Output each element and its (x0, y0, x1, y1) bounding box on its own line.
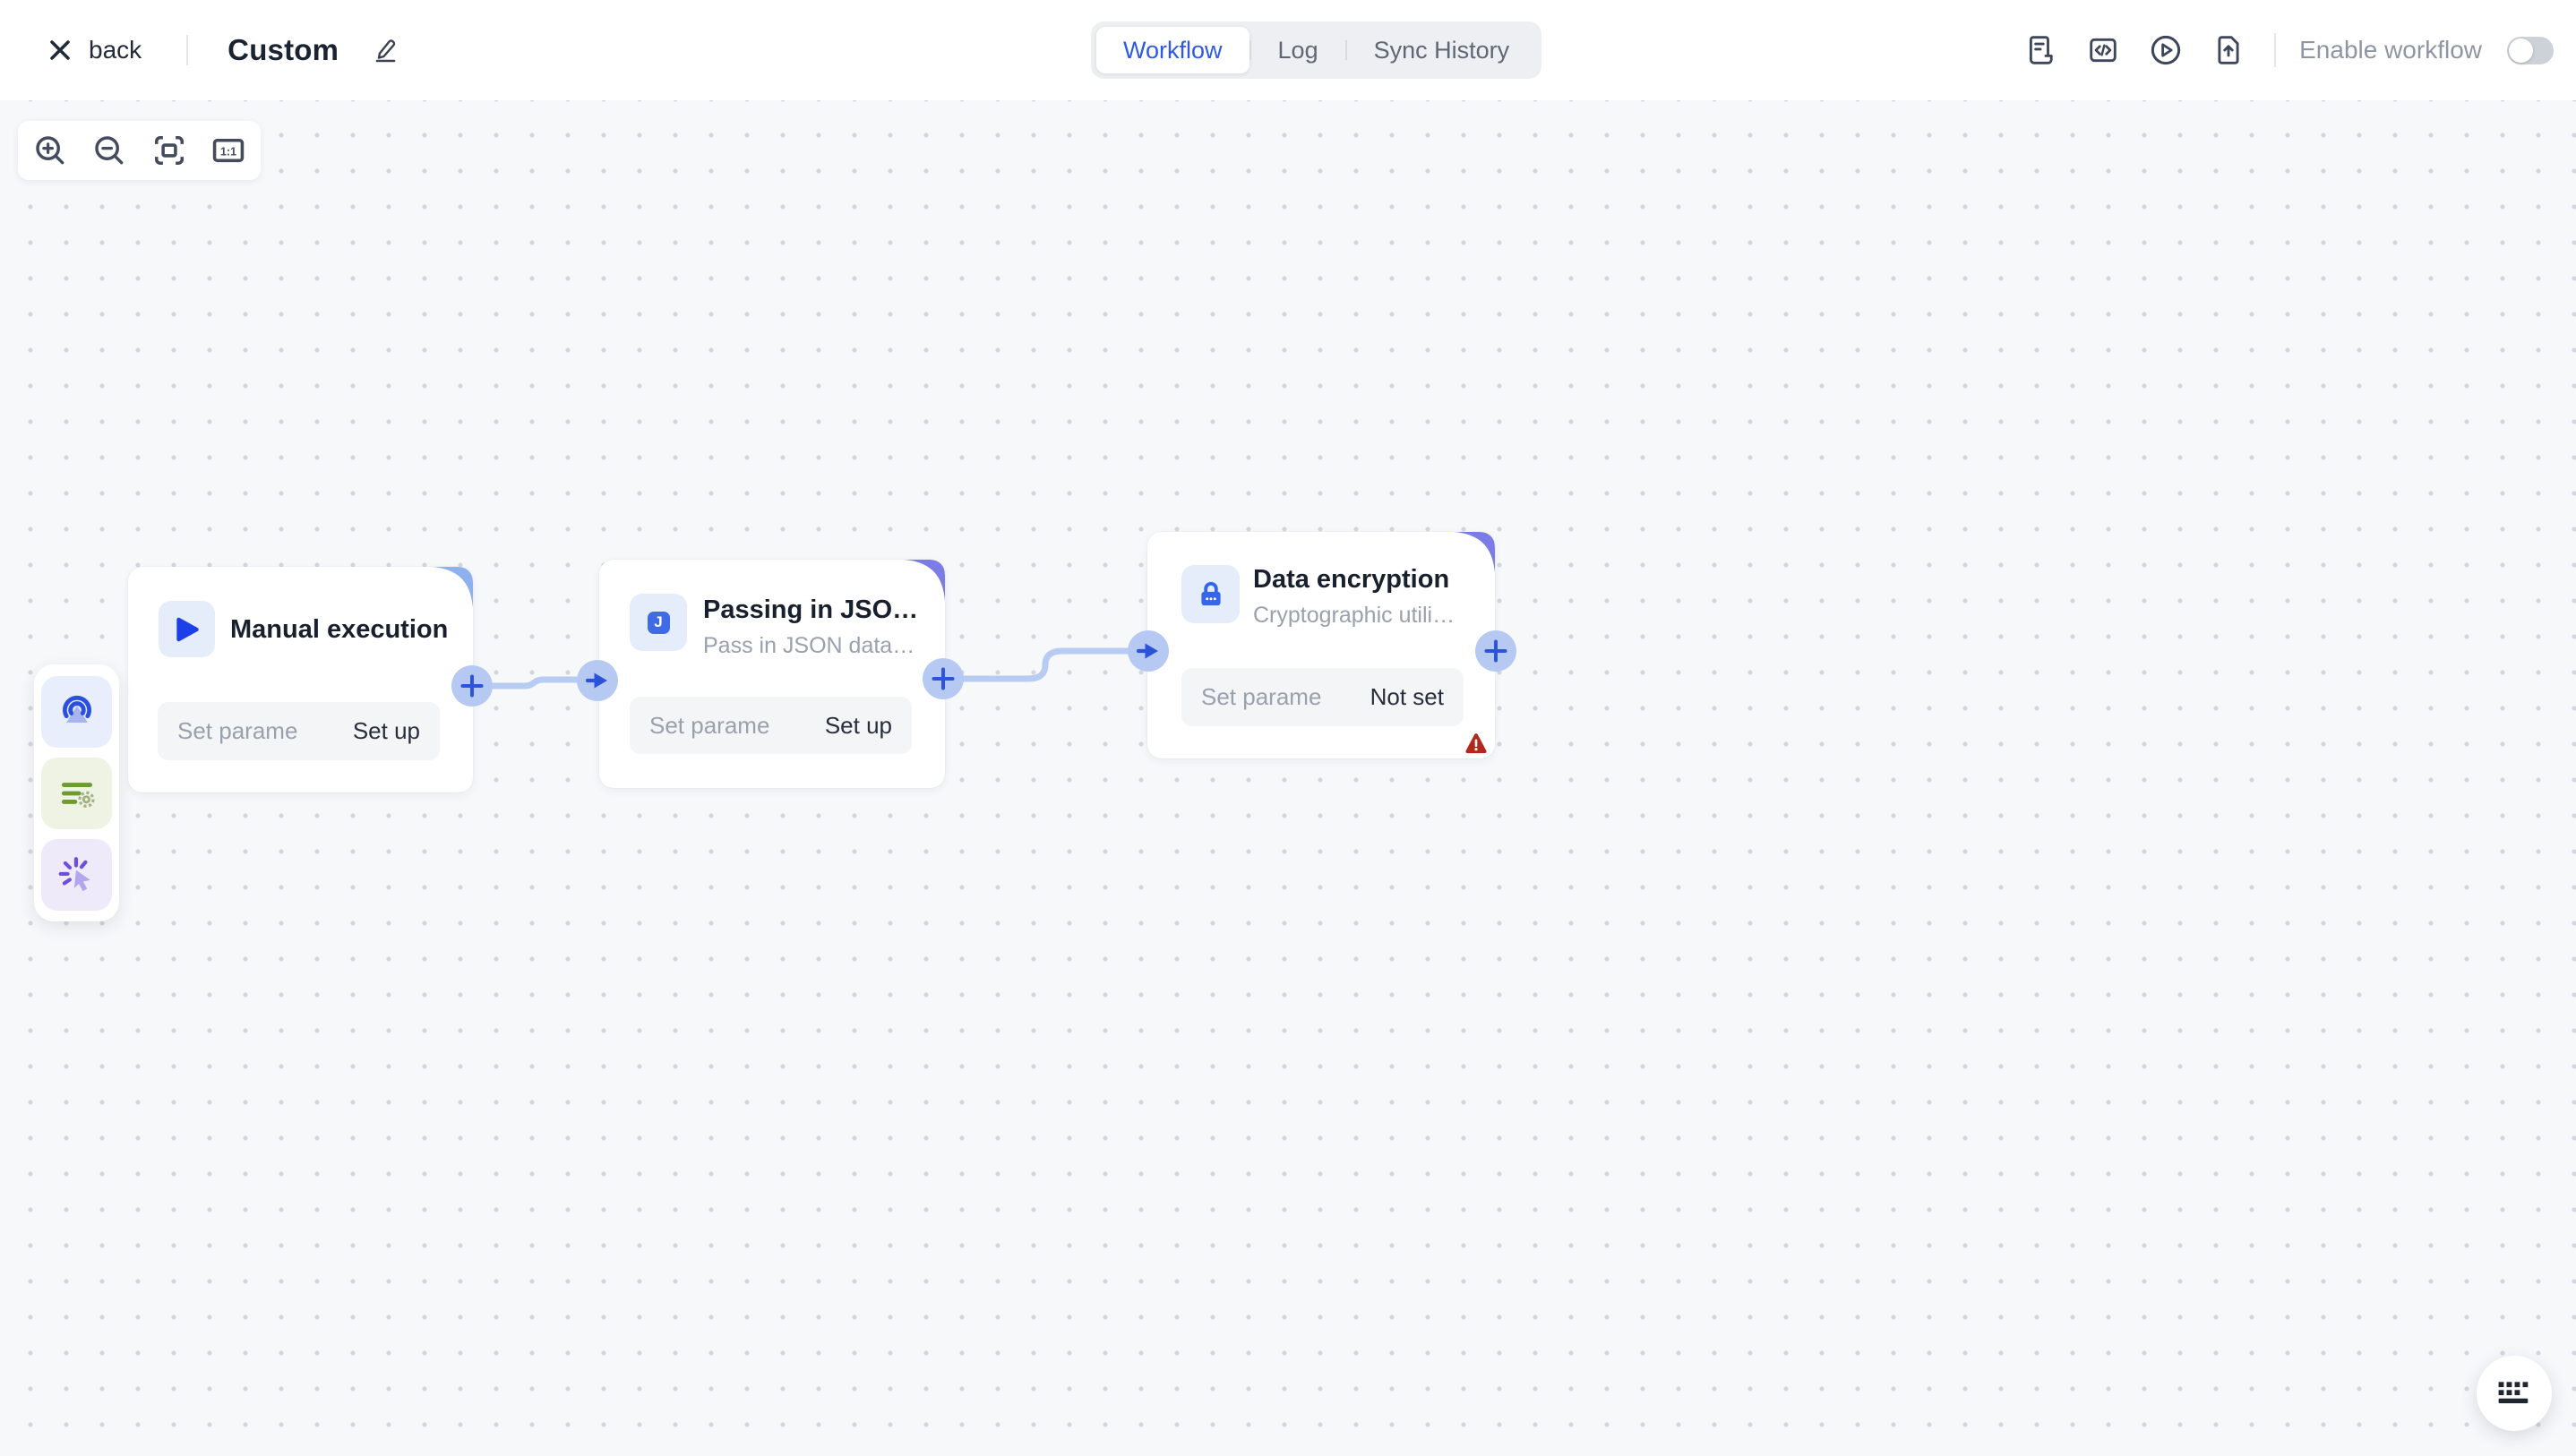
param-value: Set up (353, 717, 420, 745)
arrow-right-icon (584, 667, 611, 694)
play-icon (172, 614, 202, 645)
param-label: Set parame (649, 712, 769, 740)
node-param-bar[interactable]: Set parame Set up (630, 697, 912, 754)
click-run-button[interactable] (41, 839, 112, 911)
tab-sync-history[interactable]: Sync History (1347, 27, 1537, 73)
close-icon (47, 37, 73, 64)
keyboard-icon (2497, 1381, 2531, 1406)
zoom-out-icon (92, 133, 126, 167)
node-icon-box: J (630, 594, 687, 651)
enable-workflow-toggle[interactable] (2507, 37, 2554, 64)
actual-size-button[interactable]: 1:1 (210, 133, 246, 168)
add-node-port[interactable] (1475, 630, 1516, 672)
code-icon (2088, 35, 2118, 65)
node-icon-box (1181, 565, 1240, 623)
zoom-out-button[interactable] (91, 133, 127, 168)
node-subtitle: Pass in JSON data… (703, 633, 918, 659)
logs-icon (2025, 35, 2056, 65)
param-value: Not set (1370, 683, 1444, 711)
lock-icon (1195, 578, 1227, 611)
click-run-icon (56, 854, 98, 895)
canvas-zoom-toolbar: 1:1 (18, 121, 261, 180)
add-node-port[interactable] (451, 665, 493, 707)
error-warning-icon (1464, 732, 1488, 754)
plus-icon (1482, 638, 1509, 664)
publish-icon (2213, 35, 2244, 65)
trigger-node-button[interactable] (41, 676, 112, 748)
logs-button[interactable] (2020, 30, 2061, 71)
tab-log[interactable]: Log (1251, 27, 1345, 73)
rename-button[interactable] (371, 36, 399, 64)
toggle-knob (2509, 39, 2533, 63)
back-label: back (89, 36, 142, 64)
zoom-in-icon (33, 133, 67, 167)
arrow-right-icon (1135, 638, 1162, 664)
add-node-port[interactable] (923, 658, 964, 699)
param-value: Set up (825, 712, 892, 740)
node-manual-execution[interactable]: Manual execution Set parame Set up (128, 567, 473, 792)
node-title: Data encryption (1253, 565, 1455, 595)
zoom-in-button[interactable] (32, 133, 68, 168)
node-param-bar[interactable]: Set parame Set up (158, 702, 440, 760)
node-corner-fold (432, 567, 473, 608)
param-label: Set parame (1201, 683, 1321, 711)
workflow-canvas[interactable]: 1:1 (0, 100, 2576, 1456)
input-port[interactable] (1128, 630, 1169, 672)
node-subtitle: Cryptographic utili… (1253, 603, 1455, 629)
param-label: Set parame (177, 717, 297, 745)
svg-text:1:1: 1:1 (220, 145, 236, 158)
run-button[interactable] (2145, 30, 2186, 71)
plus-icon (459, 672, 485, 699)
json-icon: J (648, 612, 670, 634)
top-bar: back Custom Workflow Log Sync History (0, 0, 2576, 100)
plus-icon (930, 665, 957, 692)
parameters-button[interactable] (41, 758, 112, 829)
run-icon (2150, 34, 2182, 66)
edge-node1-node2 (493, 680, 580, 686)
node-passing-in-json[interactable]: J Passing in JSO… Pass in JSON data… Set… (599, 560, 945, 788)
header-left: back Custom (47, 0, 399, 100)
input-port[interactable] (577, 660, 618, 701)
keyboard-shortcuts-button[interactable] (2477, 1356, 2552, 1431)
node-param-bar[interactable]: Set parame Not set (1181, 668, 1464, 726)
enable-workflow-label: Enable workflow (2299, 36, 2482, 64)
node-data-encryption[interactable]: Data encryption Cryptographic utili… Set… (1147, 532, 1495, 758)
fit-view-button[interactable] (151, 133, 187, 168)
node-palette-panel (34, 664, 119, 921)
node-title: Passing in JSO… (703, 595, 918, 625)
page-title: Custom (228, 33, 339, 67)
view-tabs: Workflow Log Sync History (1091, 21, 1541, 79)
parameters-icon (56, 773, 98, 814)
trigger-icon (56, 691, 98, 732)
header-divider (186, 35, 188, 65)
node-icon-box (159, 601, 215, 657)
back-button[interactable]: back (47, 36, 142, 64)
node-title: Manual execution (230, 615, 448, 645)
edge-node2-node3 (965, 651, 1130, 679)
header-right: Enable workflow (2020, 0, 2554, 100)
publish-button[interactable] (2208, 30, 2249, 71)
node-corner-fold (1454, 532, 1495, 573)
header-divider (2274, 33, 2276, 67)
fit-view-icon (152, 133, 186, 167)
actual-size-icon: 1:1 (211, 133, 245, 167)
tab-workflow[interactable]: Workflow (1096, 27, 1249, 73)
edit-pencil-icon (371, 36, 399, 64)
code-button[interactable] (2082, 30, 2124, 71)
